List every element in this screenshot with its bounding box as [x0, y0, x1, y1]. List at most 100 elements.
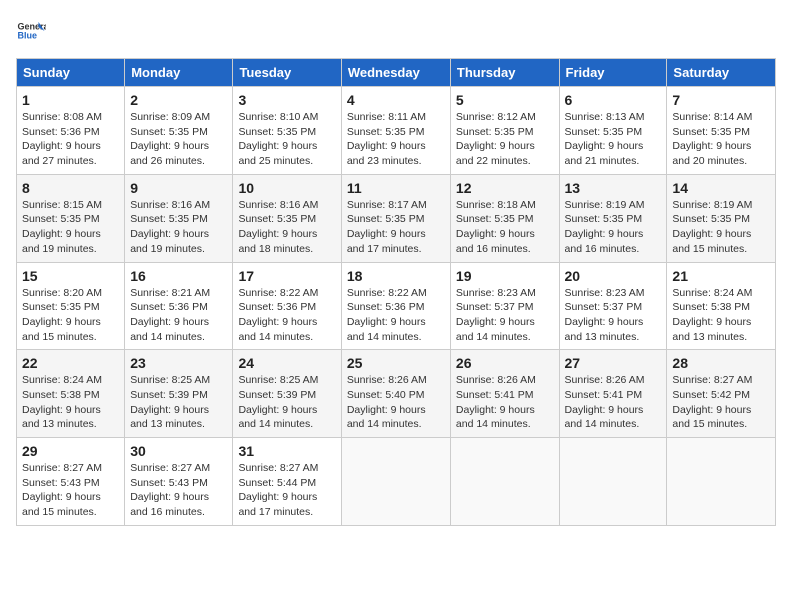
calendar-cell: 30 Sunrise: 8:27 AM Sunset: 5:43 PM Dayl…: [125, 438, 233, 526]
calendar-table: SundayMondayTuesdayWednesdayThursdayFrid…: [16, 58, 776, 526]
day-info: Sunrise: 8:24 AM Sunset: 5:38 PM Dayligh…: [22, 374, 102, 430]
page-header: General Blue: [16, 16, 776, 46]
calendar-cell: 23 Sunrise: 8:25 AM Sunset: 5:39 PM Dayl…: [125, 350, 233, 438]
calendar-cell: [450, 438, 559, 526]
logo-icon: General Blue: [16, 16, 46, 46]
day-number: 28: [672, 355, 770, 371]
weekday-header-sunday: Sunday: [17, 59, 125, 87]
day-info: Sunrise: 8:16 AM Sunset: 5:35 PM Dayligh…: [130, 199, 210, 255]
day-number: 24: [238, 355, 335, 371]
day-number: 11: [347, 180, 445, 196]
calendar-cell: [341, 438, 450, 526]
week-row-1: 1 Sunrise: 8:08 AM Sunset: 5:36 PM Dayli…: [17, 87, 776, 175]
weekday-header-wednesday: Wednesday: [341, 59, 450, 87]
day-number: 29: [22, 443, 119, 459]
day-number: 15: [22, 268, 119, 284]
logo: General Blue: [16, 16, 50, 46]
day-info: Sunrise: 8:26 AM Sunset: 5:41 PM Dayligh…: [456, 374, 536, 430]
day-number: 4: [347, 92, 445, 108]
day-info: Sunrise: 8:17 AM Sunset: 5:35 PM Dayligh…: [347, 199, 427, 255]
day-info: Sunrise: 8:16 AM Sunset: 5:35 PM Dayligh…: [238, 199, 318, 255]
day-number: 22: [22, 355, 119, 371]
day-number: 8: [22, 180, 119, 196]
day-number: 5: [456, 92, 554, 108]
day-number: 10: [238, 180, 335, 196]
calendar-cell: 9 Sunrise: 8:16 AM Sunset: 5:35 PM Dayli…: [125, 174, 233, 262]
day-info: Sunrise: 8:27 AM Sunset: 5:43 PM Dayligh…: [130, 462, 210, 518]
calendar-cell: 4 Sunrise: 8:11 AM Sunset: 5:35 PM Dayli…: [341, 87, 450, 175]
calendar-cell: 7 Sunrise: 8:14 AM Sunset: 5:35 PM Dayli…: [667, 87, 776, 175]
day-number: 2: [130, 92, 227, 108]
day-info: Sunrise: 8:22 AM Sunset: 5:36 PM Dayligh…: [347, 287, 427, 343]
weekday-header-thursday: Thursday: [450, 59, 559, 87]
day-info: Sunrise: 8:21 AM Sunset: 5:36 PM Dayligh…: [130, 287, 210, 343]
day-number: 13: [565, 180, 662, 196]
day-info: Sunrise: 8:14 AM Sunset: 5:35 PM Dayligh…: [672, 111, 752, 167]
day-number: 26: [456, 355, 554, 371]
day-info: Sunrise: 8:15 AM Sunset: 5:35 PM Dayligh…: [22, 199, 102, 255]
calendar-cell: 5 Sunrise: 8:12 AM Sunset: 5:35 PM Dayli…: [450, 87, 559, 175]
calendar-cell: 28 Sunrise: 8:27 AM Sunset: 5:42 PM Dayl…: [667, 350, 776, 438]
day-number: 25: [347, 355, 445, 371]
day-info: Sunrise: 8:13 AM Sunset: 5:35 PM Dayligh…: [565, 111, 645, 167]
day-number: 18: [347, 268, 445, 284]
calendar-cell: 13 Sunrise: 8:19 AM Sunset: 5:35 PM Dayl…: [559, 174, 667, 262]
day-info: Sunrise: 8:11 AM Sunset: 5:35 PM Dayligh…: [347, 111, 426, 167]
calendar-cell: 17 Sunrise: 8:22 AM Sunset: 5:36 PM Dayl…: [233, 262, 341, 350]
day-info: Sunrise: 8:26 AM Sunset: 5:40 PM Dayligh…: [347, 374, 427, 430]
day-info: Sunrise: 8:10 AM Sunset: 5:35 PM Dayligh…: [238, 111, 318, 167]
calendar-cell: 26 Sunrise: 8:26 AM Sunset: 5:41 PM Dayl…: [450, 350, 559, 438]
day-number: 30: [130, 443, 227, 459]
day-info: Sunrise: 8:24 AM Sunset: 5:38 PM Dayligh…: [672, 287, 752, 343]
day-info: Sunrise: 8:25 AM Sunset: 5:39 PM Dayligh…: [238, 374, 318, 430]
day-info: Sunrise: 8:09 AM Sunset: 5:35 PM Dayligh…: [130, 111, 210, 167]
day-number: 31: [238, 443, 335, 459]
calendar-cell: 31 Sunrise: 8:27 AM Sunset: 5:44 PM Dayl…: [233, 438, 341, 526]
day-info: Sunrise: 8:18 AM Sunset: 5:35 PM Dayligh…: [456, 199, 536, 255]
week-row-2: 8 Sunrise: 8:15 AM Sunset: 5:35 PM Dayli…: [17, 174, 776, 262]
calendar-cell: [559, 438, 667, 526]
calendar-cell: 14 Sunrise: 8:19 AM Sunset: 5:35 PM Dayl…: [667, 174, 776, 262]
calendar-cell: 19 Sunrise: 8:23 AM Sunset: 5:37 PM Dayl…: [450, 262, 559, 350]
day-info: Sunrise: 8:19 AM Sunset: 5:35 PM Dayligh…: [565, 199, 645, 255]
day-info: Sunrise: 8:23 AM Sunset: 5:37 PM Dayligh…: [565, 287, 645, 343]
calendar-cell: 8 Sunrise: 8:15 AM Sunset: 5:35 PM Dayli…: [17, 174, 125, 262]
weekday-header-row: SundayMondayTuesdayWednesdayThursdayFrid…: [17, 59, 776, 87]
day-number: 12: [456, 180, 554, 196]
week-row-5: 29 Sunrise: 8:27 AM Sunset: 5:43 PM Dayl…: [17, 438, 776, 526]
day-info: Sunrise: 8:19 AM Sunset: 5:35 PM Dayligh…: [672, 199, 752, 255]
day-number: 16: [130, 268, 227, 284]
day-info: Sunrise: 8:27 AM Sunset: 5:42 PM Dayligh…: [672, 374, 752, 430]
calendar-cell: 25 Sunrise: 8:26 AM Sunset: 5:40 PM Dayl…: [341, 350, 450, 438]
svg-text:Blue: Blue: [18, 31, 38, 41]
day-number: 3: [238, 92, 335, 108]
calendar-cell: 1 Sunrise: 8:08 AM Sunset: 5:36 PM Dayli…: [17, 87, 125, 175]
day-number: 20: [565, 268, 662, 284]
calendar-cell: 18 Sunrise: 8:22 AM Sunset: 5:36 PM Dayl…: [341, 262, 450, 350]
day-info: Sunrise: 8:20 AM Sunset: 5:35 PM Dayligh…: [22, 287, 102, 343]
week-row-3: 15 Sunrise: 8:20 AM Sunset: 5:35 PM Dayl…: [17, 262, 776, 350]
day-number: 19: [456, 268, 554, 284]
week-row-4: 22 Sunrise: 8:24 AM Sunset: 5:38 PM Dayl…: [17, 350, 776, 438]
day-number: 17: [238, 268, 335, 284]
weekday-header-friday: Friday: [559, 59, 667, 87]
calendar-cell: 15 Sunrise: 8:20 AM Sunset: 5:35 PM Dayl…: [17, 262, 125, 350]
day-info: Sunrise: 8:12 AM Sunset: 5:35 PM Dayligh…: [456, 111, 536, 167]
day-info: Sunrise: 8:08 AM Sunset: 5:36 PM Dayligh…: [22, 111, 102, 167]
weekday-header-monday: Monday: [125, 59, 233, 87]
calendar-cell: 2 Sunrise: 8:09 AM Sunset: 5:35 PM Dayli…: [125, 87, 233, 175]
day-info: Sunrise: 8:22 AM Sunset: 5:36 PM Dayligh…: [238, 287, 318, 343]
day-number: 23: [130, 355, 227, 371]
calendar-cell: 21 Sunrise: 8:24 AM Sunset: 5:38 PM Dayl…: [667, 262, 776, 350]
day-number: 27: [565, 355, 662, 371]
day-number: 14: [672, 180, 770, 196]
calendar-cell: 27 Sunrise: 8:26 AM Sunset: 5:41 PM Dayl…: [559, 350, 667, 438]
calendar-cell: 24 Sunrise: 8:25 AM Sunset: 5:39 PM Dayl…: [233, 350, 341, 438]
day-number: 7: [672, 92, 770, 108]
day-number: 1: [22, 92, 119, 108]
day-number: 9: [130, 180, 227, 196]
calendar-cell: 20 Sunrise: 8:23 AM Sunset: 5:37 PM Dayl…: [559, 262, 667, 350]
calendar-cell: 12 Sunrise: 8:18 AM Sunset: 5:35 PM Dayl…: [450, 174, 559, 262]
day-number: 21: [672, 268, 770, 284]
day-info: Sunrise: 8:26 AM Sunset: 5:41 PM Dayligh…: [565, 374, 645, 430]
